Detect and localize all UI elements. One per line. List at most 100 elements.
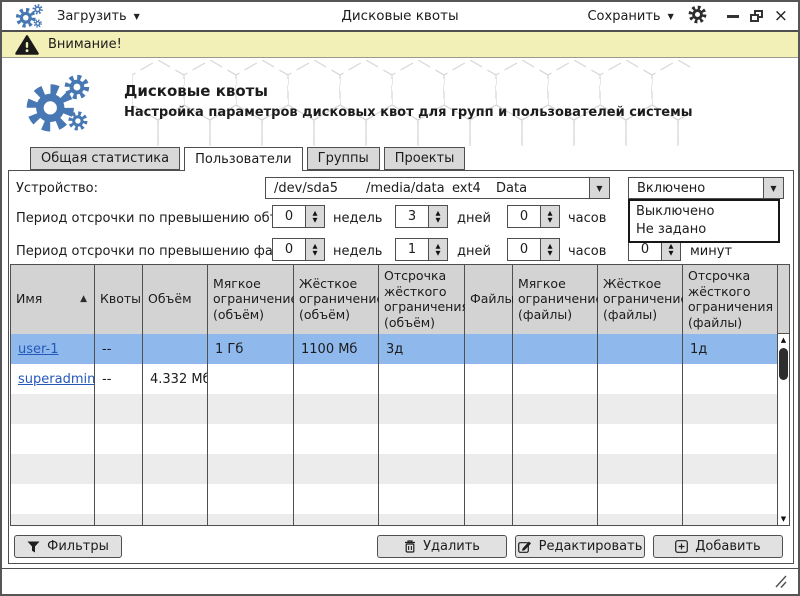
files-weeks-stepper[interactable]: 0 ▲▼ (272, 238, 325, 261)
stepper-arrows-icon[interactable]: ▲▼ (540, 239, 559, 260)
chevron-down-icon: ▼ (134, 12, 140, 21)
device-combobox[interactable]: /dev/sda5 /media/data ext4 Data ▼ (265, 177, 610, 199)
device-dropdown-button[interactable]: ▼ (589, 178, 609, 198)
quota-state-combobox[interactable]: Включено ▼ (628, 177, 784, 199)
hours-unit-label: часов (568, 211, 606, 226)
stepper-arrows-icon[interactable]: ▲▼ (428, 239, 447, 260)
scroll-up-icon[interactable]: ▲ (778, 334, 789, 346)
page-logo-gears-icon (26, 73, 92, 135)
column-header-hard-volume[interactable]: Жёсткое ограничение (объём) (294, 265, 379, 335)
column-header-files[interactable]: Файлы (465, 265, 513, 335)
volume-weeks-stepper[interactable]: 0 ▲▼ (272, 205, 325, 228)
save-menu-label: Сохранить (587, 9, 660, 24)
users-tab-panel: Устройство: /dev/sda5 /media/data ext4 D… (8, 170, 794, 564)
titlebar: Загрузить ▼ Дисковые квоты Сохранить ▼ × (2, 2, 798, 32)
tab-bar: Общая статистика Пользователи Группы Про… (30, 147, 469, 171)
table-row-user-1[interactable]: user-1 -- 1 Гб 1100 Мб 3д 1д (11, 334, 777, 364)
empty-row (11, 514, 777, 525)
device-fstype: ext4 (452, 181, 496, 196)
warning-triangle-icon (15, 35, 39, 55)
load-menu-label: Загрузить (57, 9, 127, 24)
table-body: user-1 -- 1 Гб 1100 Мб 3д 1д superadmin … (11, 334, 777, 525)
minimize-button[interactable] (727, 15, 739, 18)
tab-groups[interactable]: Группы (307, 147, 380, 170)
quota-state-value: Включено (629, 181, 763, 196)
page-subtitle: Настройка параметров дисковых квот для г… (124, 105, 692, 120)
quota-state-dropdown-button[interactable]: ▼ (763, 178, 783, 198)
files-days-stepper[interactable]: 1 ▲▼ (395, 238, 448, 261)
column-header-hard-files[interactable]: Жёсткое ограничение (файлы) (598, 265, 683, 335)
quota-state-option-unset[interactable]: Не задано (630, 221, 778, 239)
empty-row (11, 424, 777, 454)
tab-users[interactable]: Пользователи (184, 147, 303, 171)
add-button[interactable]: Добавить (653, 535, 783, 558)
weeks-unit-label: недель (333, 211, 382, 226)
empty-row (11, 484, 777, 514)
filters-button[interactable]: Фильтры (14, 535, 122, 558)
column-header-quotas[interactable]: Квоты (95, 265, 143, 335)
device-label: Устройство: (16, 181, 98, 196)
column-header-volume[interactable]: Объём (143, 265, 208, 335)
page-title: Дисковые квоты (124, 82, 268, 100)
empty-row (11, 454, 777, 484)
scrollbar-thumb[interactable] (779, 348, 788, 380)
days-unit-label: дней (457, 244, 491, 259)
save-menu-button[interactable]: Сохранить ▼ (587, 9, 673, 24)
edit-button[interactable]: Редактировать (515, 535, 645, 558)
table-header: Имя ▲ Квоты Объём Мягкое ограничение (об… (11, 265, 777, 334)
device-mountpoint: /media/data (366, 181, 452, 196)
edit-pencil-icon (518, 540, 532, 553)
volume-hours-stepper[interactable]: 0 ▲▼ (507, 205, 560, 228)
sort-ascending-icon: ▲ (80, 294, 87, 305)
column-header-volume-grace[interactable]: Отсрочка жёсткого ограничения (объём) (379, 265, 465, 335)
chevron-down-icon: ▼ (596, 184, 602, 193)
chevron-down-icon: ▼ (668, 12, 674, 21)
quota-state-dropdown-list: Выключено Не задано (628, 199, 780, 243)
minutes-unit-label: минут (690, 244, 732, 259)
column-header-name[interactable]: Имя ▲ (11, 265, 95, 335)
quota-state-option-off[interactable]: Выключено (630, 203, 778, 221)
device-name: Data (496, 181, 527, 196)
quota-table: Имя ▲ Квоты Объём Мягкое ограничение (об… (10, 264, 790, 526)
table-header-filler (777, 265, 789, 334)
vertical-scrollbar[interactable]: ▲ ▼ (777, 334, 789, 525)
tab-projects[interactable]: Проекты (384, 147, 466, 170)
hours-unit-label: часов (568, 244, 606, 259)
files-grace-label: Период отсрочки по превышению файлов: (16, 244, 310, 259)
table-row-superadmin[interactable]: superadmin -- 4.332 Мб (11, 364, 777, 394)
user-link[interactable]: superadmin (18, 372, 95, 387)
app-window: Загрузить ▼ Дисковые квоты Сохранить ▼ × (0, 0, 800, 596)
user-link[interactable]: user-1 (18, 342, 59, 357)
stepper-arrows-icon[interactable]: ▲▼ (428, 206, 447, 227)
resize-grip[interactable] (771, 575, 788, 590)
hexagon-pattern-decoration (132, 60, 692, 146)
trash-icon (404, 540, 416, 553)
status-bar (2, 568, 798, 594)
close-button[interactable]: × (774, 10, 788, 22)
filter-funnel-icon (27, 541, 40, 553)
scroll-down-icon[interactable]: ▼ (778, 513, 789, 525)
maximize-restore-button[interactable] (750, 10, 763, 22)
stepper-arrows-icon[interactable]: ▲▼ (305, 206, 324, 227)
files-hours-stepper[interactable]: 0 ▲▼ (507, 238, 560, 261)
app-logo-gears-icon (16, 3, 44, 30)
column-header-soft-volume[interactable]: Мягкое ограничение (объём) (208, 265, 294, 335)
page-header: Дисковые квоты Настройка параметров диск… (2, 58, 798, 147)
settings-gear-icon[interactable] (688, 5, 707, 28)
stepper-arrows-icon[interactable]: ▲▼ (305, 239, 324, 260)
chevron-down-icon: ▼ (770, 184, 776, 193)
empty-row (11, 394, 777, 424)
column-header-files-grace[interactable]: Отсрочка жёсткого ограничения (файлы) (683, 265, 777, 335)
plus-icon (675, 540, 688, 553)
weeks-unit-label: недель (333, 244, 382, 259)
volume-days-stepper[interactable]: 3 ▲▼ (395, 205, 448, 228)
warning-text: Внимание! (48, 37, 122, 52)
delete-button[interactable]: Удалить (377, 535, 507, 558)
load-menu-button[interactable]: Загрузить ▼ (57, 9, 140, 24)
days-unit-label: дней (457, 211, 491, 226)
column-header-soft-files[interactable]: Мягкое ограничение (файлы) (513, 265, 598, 335)
device-path: /dev/sda5 (274, 181, 366, 196)
stepper-arrows-icon[interactable]: ▲▼ (540, 206, 559, 227)
tab-general-stats[interactable]: Общая статистика (30, 147, 180, 170)
warning-banner: Внимание! (2, 32, 798, 58)
